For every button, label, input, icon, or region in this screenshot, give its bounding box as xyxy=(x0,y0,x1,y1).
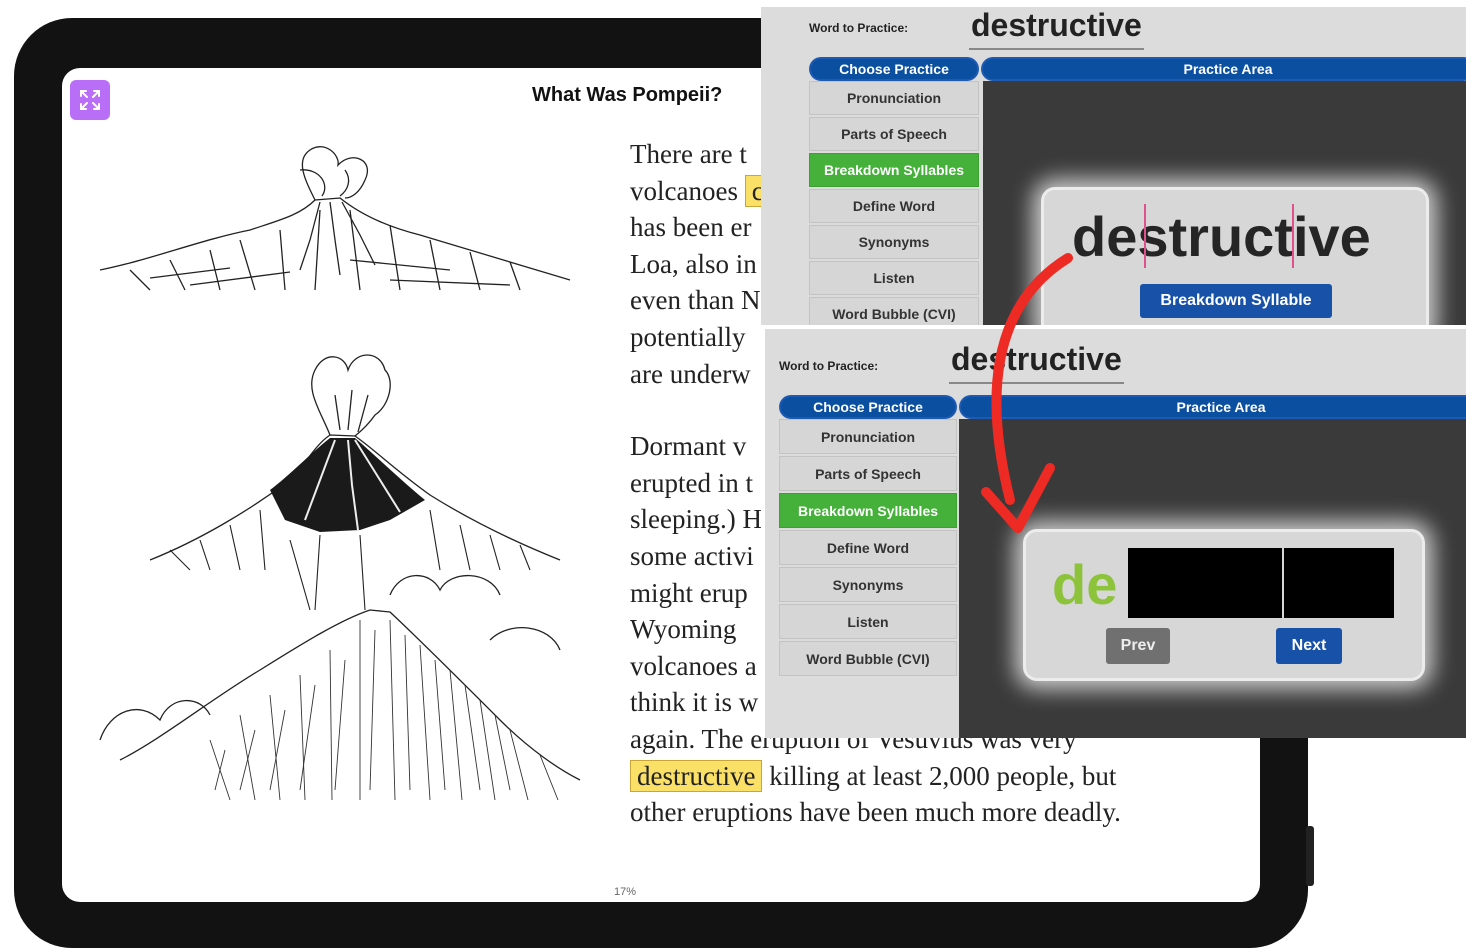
tab-practice-area[interactable]: Practice Area xyxy=(961,397,1466,417)
hidden-syllable-block xyxy=(1128,548,1282,618)
syllable-reveal-card: de Prev Next xyxy=(1023,529,1425,681)
menu-pronunciation[interactable]: Pronunciation xyxy=(809,81,979,115)
menu-synonyms[interactable]: Synonyms xyxy=(779,567,957,602)
hidden-syllable-block xyxy=(1284,548,1394,618)
expand-icon xyxy=(80,90,100,110)
practice-area: de Prev Next xyxy=(959,419,1466,738)
practice-menu: Pronunciation Parts of Speech Breakdown … xyxy=(809,81,979,325)
volcano-illustrations xyxy=(99,146,581,801)
breakdown-syllable-button[interactable]: Breakdown Syllable xyxy=(1140,284,1332,318)
practice-panel-bottom: Word to Practice: destructive Choose Pra… xyxy=(761,325,1466,738)
highlighted-word-destructive[interactable]: destructive xyxy=(630,759,763,792)
menu-breakdown-syllables[interactable]: Breakdown Syllables xyxy=(779,493,957,528)
word-to-practice-label: Word to Practice: xyxy=(809,21,909,35)
syllable-divider xyxy=(1144,204,1146,268)
text-line: other eruptions have been much more dead… xyxy=(630,797,1121,828)
expand-button[interactable] xyxy=(70,80,110,120)
prev-button[interactable]: Prev xyxy=(1106,628,1170,664)
menu-parts-of-speech[interactable]: Parts of Speech xyxy=(809,117,979,151)
menu-parts-of-speech[interactable]: Parts of Speech xyxy=(779,456,957,491)
menu-listen[interactable]: Listen xyxy=(809,261,979,295)
menu-listen[interactable]: Listen xyxy=(779,604,957,639)
practice-menu: Pronunciation Parts of Speech Breakdown … xyxy=(779,419,957,676)
word-to-practice-label: Word to Practice: xyxy=(779,359,879,373)
word-to-practice: destructive xyxy=(949,341,1124,384)
menu-breakdown-syllables[interactable]: Breakdown Syllables xyxy=(809,153,979,187)
tab-choose-practice[interactable]: Choose Practice xyxy=(811,59,977,79)
practice-word-display: destructive xyxy=(1072,205,1371,268)
syllable-divider xyxy=(1292,204,1294,268)
tab-practice-area[interactable]: Practice Area xyxy=(983,59,1466,79)
menu-word-bubble[interactable]: Word Bubble (CVI) xyxy=(809,297,979,325)
next-button[interactable]: Next xyxy=(1276,628,1342,664)
syllable-card: destructive Breakdown Syllable xyxy=(1041,187,1429,325)
text-line: destructive killing at least 2,000 peopl… xyxy=(630,758,1190,795)
menu-pronunciation[interactable]: Pronunciation xyxy=(779,419,957,454)
word-to-practice: destructive xyxy=(969,7,1144,50)
menu-define-word[interactable]: Define Word xyxy=(779,530,957,565)
practice-panel-top: Word to Practice: destructive Choose Pra… xyxy=(761,7,1466,325)
practice-area: destructive Breakdown Syllable xyxy=(983,81,1466,325)
menu-define-word[interactable]: Define Word xyxy=(809,189,979,223)
tablet-side-button xyxy=(1306,826,1314,886)
book-title: What Was Pompeii? xyxy=(532,84,723,106)
page-progress: 17% xyxy=(614,886,637,898)
menu-word-bubble[interactable]: Word Bubble (CVI) xyxy=(779,641,957,676)
shown-syllable: de xyxy=(1052,553,1118,616)
tab-choose-practice[interactable]: Choose Practice xyxy=(781,397,955,417)
menu-synonyms[interactable]: Synonyms xyxy=(809,225,979,259)
